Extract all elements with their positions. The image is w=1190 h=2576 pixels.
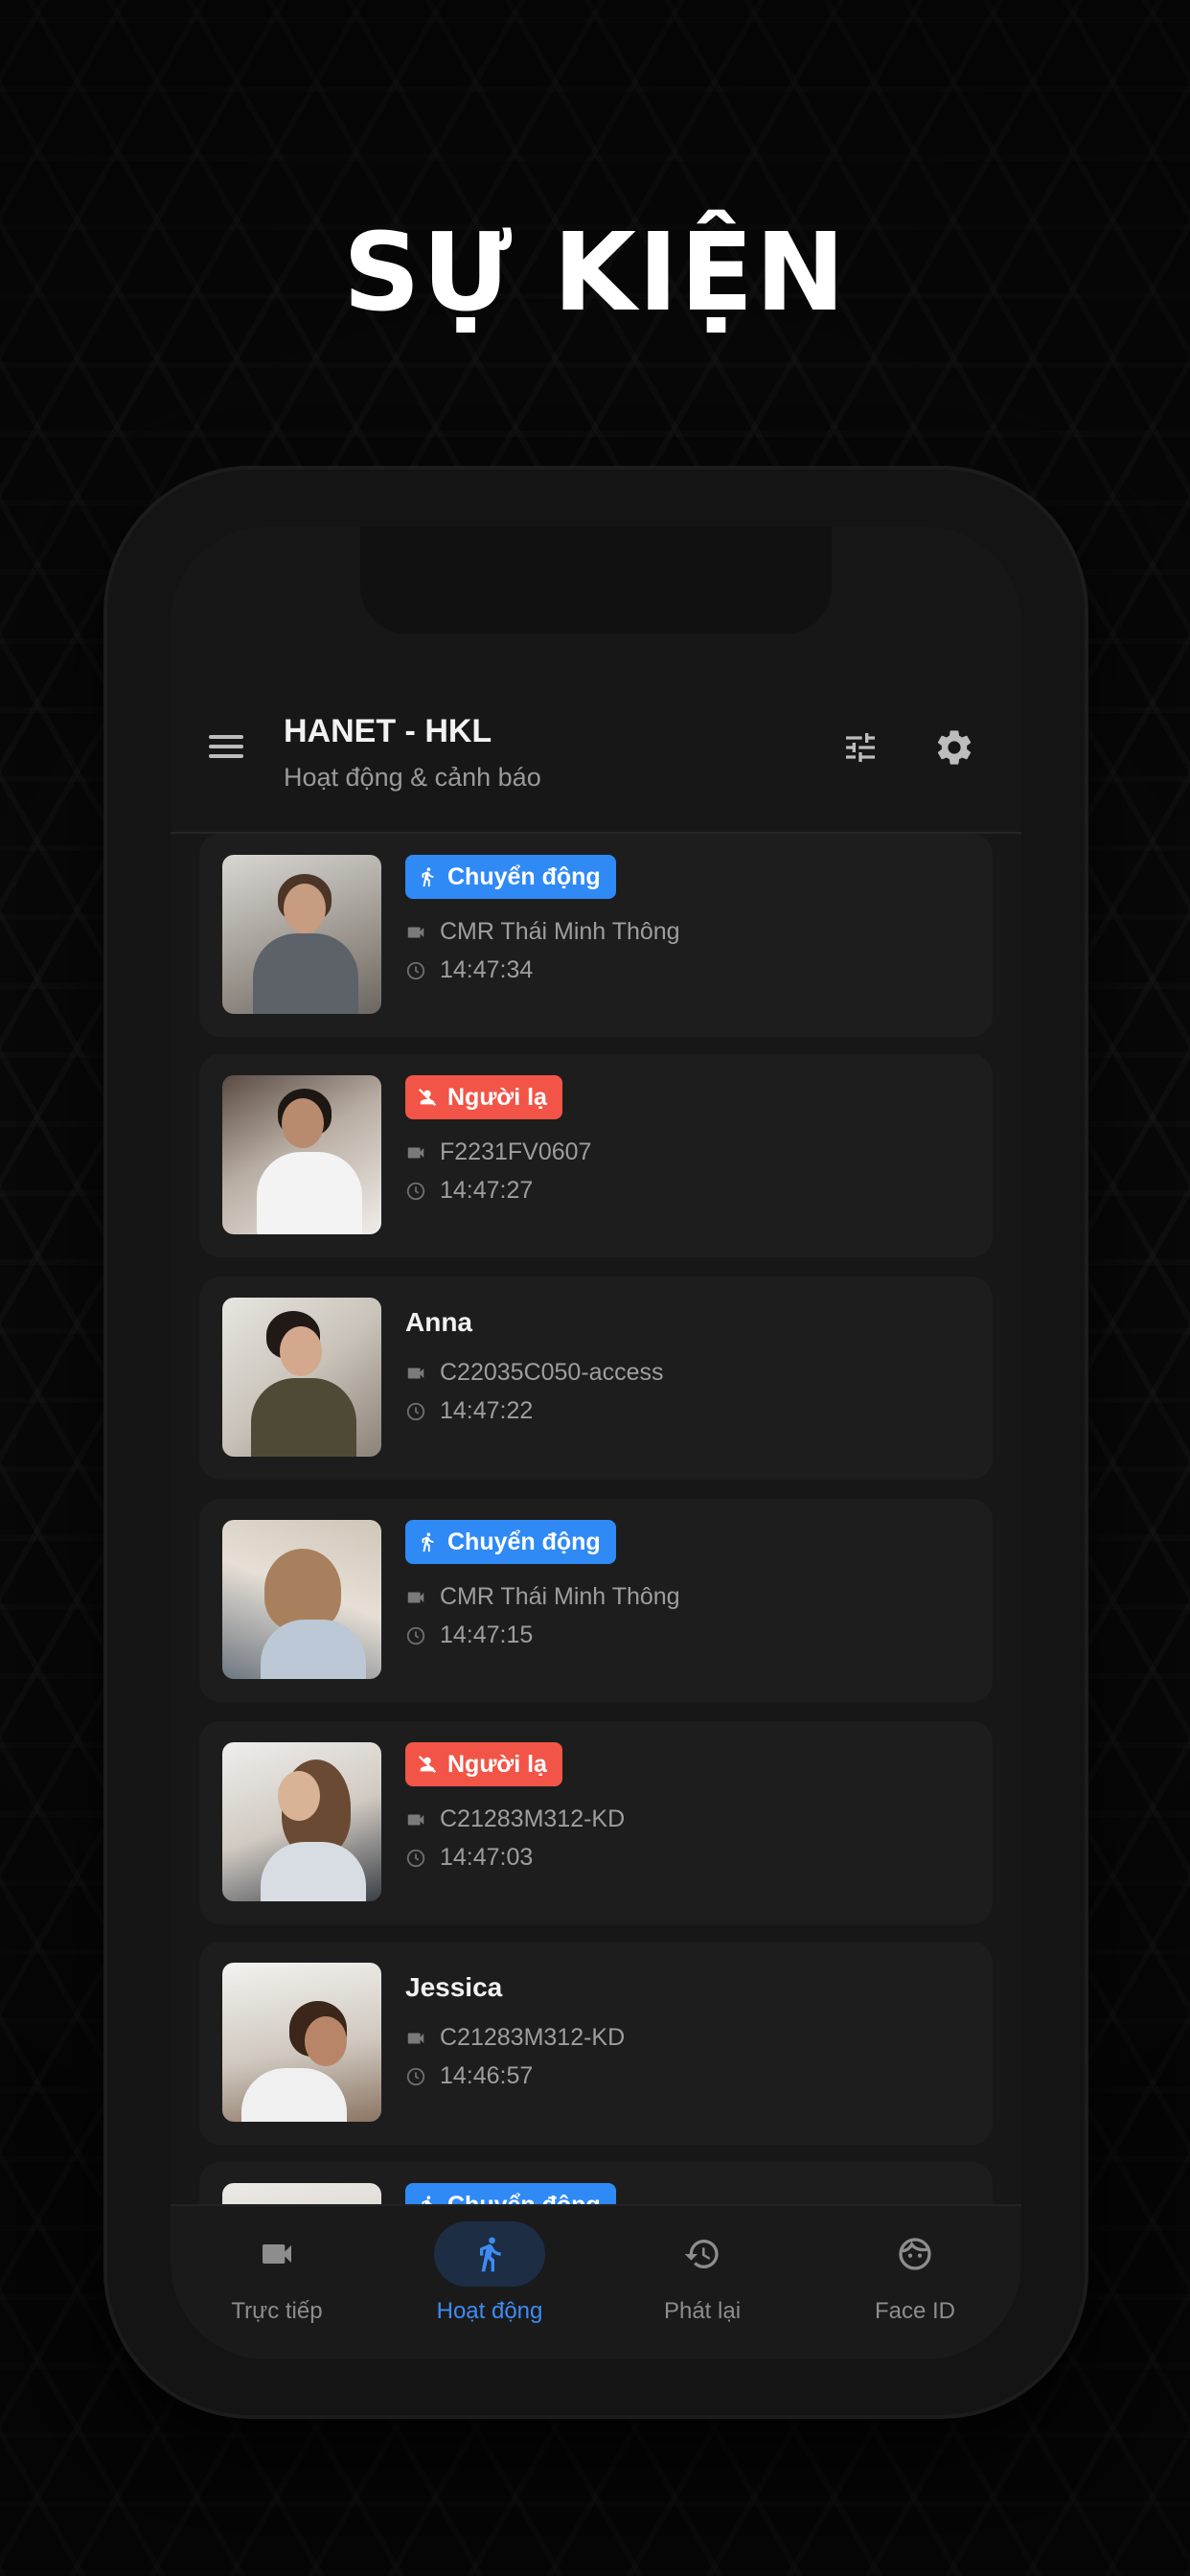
clock-icon [406,2067,425,2085]
motion-badge: Chuyển động [405,1520,616,1564]
filter-sliders-icon[interactable] [841,728,880,767]
event-card[interactable]: Người lạ C21283M312-KD 14:47:03 [199,1721,993,1924]
event-card[interactable]: Chuyển động CMR Thái Minh Thông 14:47:34 [199,834,993,1037]
app-screen: HANET - HKL Hoạt động & cảnh báo Chuyển … [171,527,1021,2359]
walking-person-icon [480,2237,501,2272]
event-thumbnail [222,855,381,1014]
event-card[interactable]: Người lạ F2231FV0607 14:47:27 [199,1054,993,1257]
event-camera: C21283M312-KD [405,1806,625,1833]
event-card[interactable]: Chuyển động CMR Thái Minh Thông 14:47:15 [199,1499,993,1702]
event-camera: C22035C050-access [405,1359,663,1387]
event-thumbnail [222,1963,381,2122]
event-card[interactable]: Anna C22035C050-access 14:47:22 [199,1276,993,1480]
face-icon [899,2238,931,2270]
phone-frame: HANET - HKL Hoạt động & cảnh báo Chuyển … [107,470,1085,2415]
badge-label: Chuyển động [447,1528,601,1555]
menu-icon[interactable] [209,730,243,765]
badge-label: Chuyển động [447,2192,601,2205]
gear-icon[interactable] [933,726,975,769]
unknown-person-icon [418,1088,437,1107]
phone-notch [360,527,832,634]
event-time: 14:47:34 [405,956,533,984]
person-name: Anna [405,1307,472,1337]
badge-label: Người lạ [447,1083,547,1111]
event-time: 14:47:03 [405,1844,533,1872]
person-name: Jessica [405,1972,503,2002]
clock-icon [406,961,425,979]
stranger-badge: Người lạ [405,1075,562,1119]
video-camera-icon [407,1368,424,1378]
promo-headline: SỰ KIỆN [343,211,847,335]
badge-label: Người lạ [447,1750,547,1778]
event-time: 14:47:27 [405,1177,533,1205]
event-camera: F2231FV0607 [405,1138,591,1166]
event-camera: CMR Thái Minh Thông [405,1583,680,1611]
event-thumbnail [222,1742,381,1901]
event-camera: CMR Thái Minh Thông [405,918,680,946]
nav-tab-face-id[interactable]: Face ID [809,2206,1021,2340]
nav-label: Trực tiếp [231,2298,323,2324]
badge-label: Chuyển động [447,862,601,890]
walking-person-icon [422,867,434,887]
event-thumbnail [222,1298,381,1457]
event-thumbnail [222,2183,381,2204]
nav-label: Face ID [874,2298,956,2324]
motion-badge: Chuyển động [405,855,616,899]
event-camera: C21283M312-KD [405,2024,625,2052]
video-camera-icon [407,927,424,937]
bottom-navigation: Trực tiếp Hoạt động Phát lại Face ID [171,2204,1021,2359]
event-thumbnail [222,1520,381,1679]
history-icon [684,2240,719,2268]
page-title: HANET - HKL [284,713,492,749]
event-card[interactable]: Jessica C21283M312-KD 14:46:57 [199,1942,993,2145]
motion-badge: Chuyển động [405,2183,616,2204]
clock-icon [406,1402,425,1420]
video-camera-icon [407,1592,424,1602]
clock-icon [406,1626,425,1644]
video-camera-icon [407,2033,424,2043]
nav-tab-live[interactable]: Trực tiếp [171,2206,383,2340]
video-camera-icon [407,1814,424,1825]
walking-person-icon [422,1532,434,1552]
event-list[interactable]: Chuyển động CMR Thái Minh Thông 14:47:34 [171,834,1021,2204]
nav-label: Hoạt động [436,2298,543,2324]
clock-icon [406,1849,425,1867]
video-camera-icon [407,1147,424,1158]
clock-icon [406,1182,425,1200]
event-card[interactable]: Chuyển động [199,2162,993,2204]
stranger-badge: Người lạ [405,1742,562,1786]
unknown-person-icon [418,1755,437,1774]
event-thumbnail [222,1075,381,1234]
event-time: 14:47:22 [405,1397,533,1425]
event-time: 14:46:57 [405,2062,533,2090]
nav-label: Phát lại [663,2298,742,2324]
page-subtitle: Hoạt động & cảnh báo [284,763,541,792]
event-time: 14:47:15 [405,1622,533,1649]
nav-tab-activity[interactable]: Hoạt động [383,2206,596,2340]
video-camera-icon [263,2244,291,2264]
walking-person-icon [422,2196,433,2204]
app-header: HANET - HKL Hoạt động & cảnh báo [171,690,1021,834]
nav-tab-playback[interactable]: Phát lại [596,2206,809,2340]
